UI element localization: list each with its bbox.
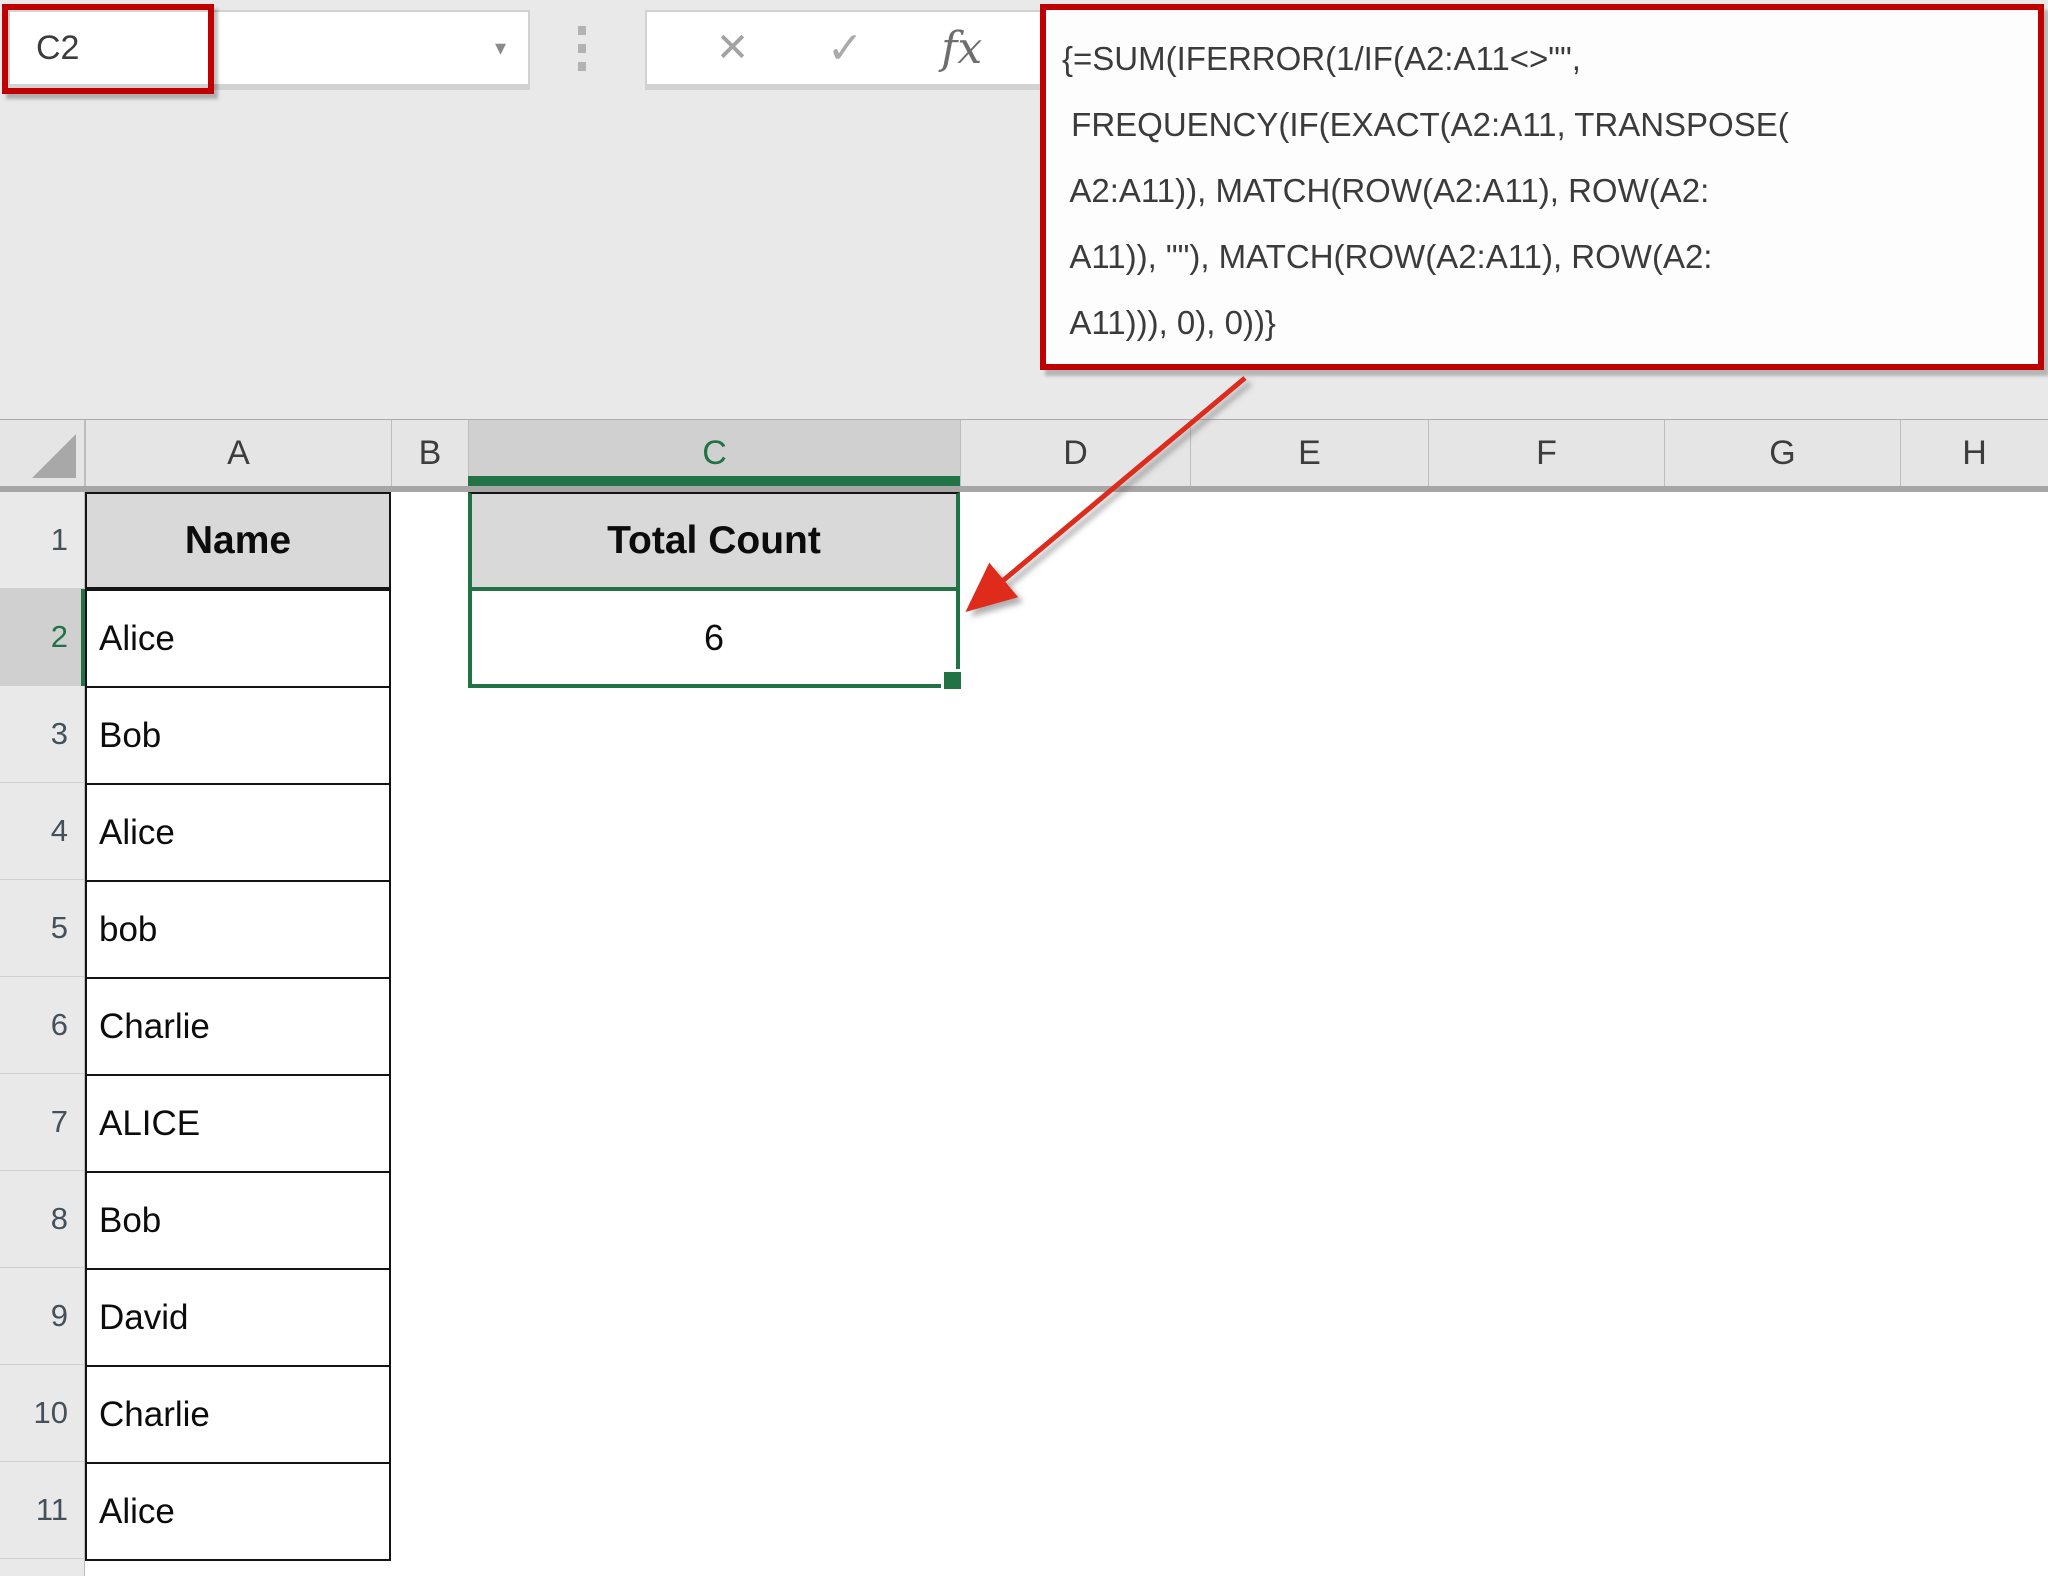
column-header-f[interactable]: F [1428,420,1664,486]
insert-function-icon[interactable]: fx [941,23,982,74]
cell-A8[interactable]: Bob [85,1171,391,1270]
formula-line-3: A2:A11)), MATCH(ROW(A2:A11), ROW(A2: [1062,158,2032,224]
formula-input[interactable]: {=SUM(IFERROR(1/IF(A2:A11<>"", FREQUENCY… [1040,4,2044,370]
formula-line-4: A11)), ""), MATCH(ROW(A2:A11), ROW(A2: [1062,224,2032,290]
cell-A6[interactable]: Charlie [85,977,391,1076]
column-header-e[interactable]: E [1190,420,1428,486]
fill-handle[interactable] [944,672,961,689]
column-header-h[interactable]: H [1900,420,2048,486]
cell-A1[interactable]: Name [85,492,391,589]
row-header-5[interactable]: 5 [0,880,85,977]
cell-A10[interactable]: Charlie [85,1365,391,1464]
formula-line-1: {=SUM(IFERROR(1/IF(A2:A11<>"", [1062,26,2032,92]
row-header-9[interactable]: 9 [0,1268,85,1365]
select-all-triangle-icon [32,434,76,478]
row-header-1[interactable]: 1 [0,492,85,589]
row-header-7[interactable]: 7 [0,1074,85,1171]
cell-A11[interactable]: Alice [85,1462,391,1561]
cell-A3[interactable]: Bob [85,686,391,785]
row-header-3[interactable]: 3 [0,686,85,783]
row-header-12-partial[interactable] [0,1559,85,1576]
cancel-icon[interactable]: ✕ [716,25,750,71]
select-all-button[interactable] [0,420,85,486]
cell-C1[interactable]: Total Count [468,492,960,589]
selected-column-underline [468,476,960,486]
enter-icon[interactable]: ✓ [827,23,864,74]
formula-bar-buttons: ✕ ✓ fx [645,10,1053,86]
formula-line-2: FREQUENCY(IF(EXACT(A2:A11, TRANSPOSE( [1062,92,2032,158]
row-header-11[interactable]: 11 [0,1462,85,1559]
column-header-g[interactable]: G [1664,420,1900,486]
row-header-2[interactable]: 2 [0,589,85,686]
cell-A9[interactable]: David [85,1268,391,1367]
cell-A4[interactable]: Alice [85,783,391,882]
formula-line-5: A11))), 0), 0))} [1062,290,2032,356]
excel-window: C2 ▾ ✕ ✓ fx {=SUM(IFERROR(1/IF(A2:A11<>"… [0,0,2048,1576]
cell-C2-selected[interactable]: 6 [468,587,960,688]
row-header-10[interactable]: 10 [0,1365,85,1462]
cell-A7[interactable]: ALICE [85,1074,391,1173]
name-box-annotation-rectangle [2,4,214,94]
row-header-4[interactable]: 4 [0,783,85,880]
formula-toolbar: C2 ▾ ✕ ✓ fx {=SUM(IFERROR(1/IF(A2:A11<>"… [0,0,2048,419]
column-header-b[interactable]: B [391,420,468,486]
row-header-6[interactable]: 6 [0,977,85,1074]
row-header-8[interactable]: 8 [0,1171,85,1268]
cell-A2[interactable]: Alice [85,589,391,688]
formula-bar-drag-handle-icon[interactable] [578,26,586,71]
column-header-d[interactable]: D [960,420,1190,486]
cell-A5[interactable]: bob [85,880,391,979]
name-box-dropdown-icon[interactable]: ▾ [495,35,506,61]
column-header-a[interactable]: A [85,420,391,486]
